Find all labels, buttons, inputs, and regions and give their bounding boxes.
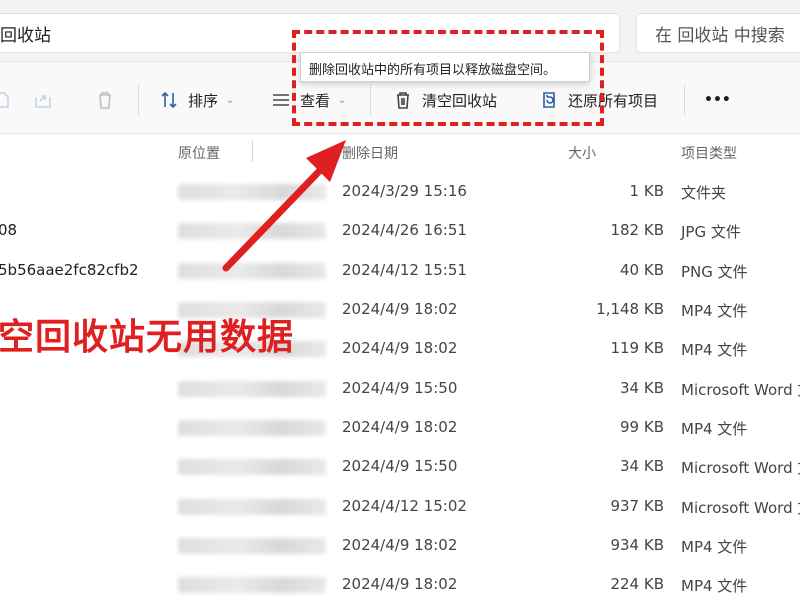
table-row[interactable]: 2024/4/9 15:50 34 KB Microsoft Word 文	[0, 369, 800, 408]
address-path[interactable]: 回收站	[0, 21, 51, 46]
column-header-deleted-date[interactable]: 删除日期	[342, 143, 398, 163]
share-button[interactable]	[32, 86, 62, 114]
column-header-type[interactable]: 项目类型	[681, 143, 737, 163]
restore-icon	[543, 92, 555, 108]
original-location-blurred	[178, 420, 326, 436]
file-size: 40 KB	[620, 261, 664, 279]
deleted-date: 2024/4/9 18:02	[342, 339, 458, 357]
more-options-button[interactable]: •••	[704, 86, 731, 114]
file-size: 119 KB	[610, 339, 664, 357]
file-type: Microsoft Word 文	[681, 499, 800, 517]
tooltip: 删除回收站中的所有项目以释放磁盘空间。	[300, 52, 590, 82]
chevron-down-icon: ⌄	[226, 94, 235, 106]
file-type: Microsoft Word 文	[681, 459, 800, 477]
table-row[interactable]: 2024/3/29 15:16 1 KB 文件夹	[0, 172, 800, 211]
view-lines-icon	[273, 94, 289, 106]
file-type: Microsoft Word 文	[681, 381, 800, 399]
original-location-blurred	[178, 223, 326, 239]
file-type: MP4 文件	[681, 420, 748, 438]
original-location-blurred	[178, 459, 326, 475]
file-type: MP4 文件	[681, 577, 748, 595]
file-type: MP4 文件	[681, 341, 748, 359]
file-name: 5b56aae2fc82cfb2	[0, 261, 139, 279]
file-size: 182 KB	[610, 221, 664, 239]
deleted-date: 2024/4/9 18:02	[342, 575, 458, 593]
file-size: 1,148 KB	[596, 300, 664, 318]
file-size: 224 KB	[610, 575, 664, 593]
delete-button[interactable]	[94, 86, 124, 114]
separator	[684, 84, 685, 116]
table-row[interactable]: 2024/4/12 15:02 937 KB Microsoft Word 文	[0, 487, 800, 526]
deleted-date: 2024/4/9 18:02	[342, 300, 458, 318]
deleted-date: 2024/4/9 18:02	[342, 418, 458, 436]
new-button[interactable]	[0, 86, 20, 114]
file-type: MP4 文件	[681, 302, 748, 320]
table-row[interactable]: 2024/4/9 18:02 224 KB MP4 文件	[0, 565, 800, 600]
restore-all-button[interactable]: 还原所有项目	[538, 86, 658, 114]
file-name: 08	[0, 221, 18, 239]
new-item-icon	[0, 92, 9, 108]
column-header-original-location[interactable]: 原位置	[178, 143, 220, 163]
deleted-date: 2024/4/12 15:02	[342, 497, 467, 515]
original-location-blurred	[178, 381, 326, 397]
table-row[interactable]: 2024/4/9 18:02 934 KB MP4 文件	[0, 526, 800, 565]
deleted-date: 2024/4/12 15:51	[342, 261, 467, 279]
chevron-down-icon: ⌄	[338, 94, 347, 106]
trash-icon	[397, 92, 409, 109]
share-icon	[35, 95, 51, 108]
table-row[interactable]: 5b56aae2fc82cfb2 2024/4/12 15:51 40 KB P…	[0, 251, 800, 290]
file-size: 1 KB	[629, 182, 664, 200]
sort-label: 排序	[188, 91, 219, 110]
deleted-date: 2024/4/9 15:50	[342, 379, 458, 397]
annotation-caption: 空回收站无用数据	[0, 317, 295, 358]
file-type: JPG 文件	[681, 223, 741, 241]
more-options-icon: •••	[704, 92, 731, 108]
sort-arrows-icon	[161, 91, 177, 109]
file-type: PNG 文件	[681, 263, 748, 281]
original-location-blurred	[178, 577, 326, 593]
file-size: 937 KB	[610, 497, 664, 515]
separator	[370, 84, 371, 116]
empty-recycle-bin-button[interactable]: 清空回收站	[392, 86, 497, 114]
column-header-size[interactable]: 大小	[568, 143, 596, 163]
view-button[interactable]: 查看 ⌄	[270, 86, 346, 114]
table-row[interactable]: 2024/4/9 18:02 99 KB MP4 文件	[0, 408, 800, 447]
original-location-blurred	[178, 263, 326, 279]
restore-all-label: 还原所有项目	[568, 91, 659, 110]
original-location-blurred	[178, 184, 326, 200]
table-row[interactable]: 2024/4/9 15:50 34 KB Microsoft Word 文	[0, 447, 800, 486]
file-size: 34 KB	[620, 379, 664, 397]
original-location-blurred	[178, 538, 326, 554]
empty-recycle-bin-label: 清空回收站	[422, 91, 498, 110]
file-type: 文件夹	[681, 184, 727, 202]
file-size: 99 KB	[620, 418, 664, 436]
deleted-date: 2024/4/26 16:51	[342, 221, 467, 239]
separator	[138, 84, 139, 116]
deleted-date: 2024/3/29 15:16	[342, 182, 467, 200]
deleted-date: 2024/4/9 18:02	[342, 536, 458, 554]
file-size: 34 KB	[620, 457, 664, 475]
trash-icon	[99, 92, 111, 109]
view-label: 查看	[300, 91, 331, 110]
deleted-date: 2024/4/9 15:50	[342, 457, 458, 475]
table-row[interactable]: 08 2024/4/26 16:51 182 KB JPG 文件	[0, 211, 800, 250]
sort-button[interactable]: 排序 ⌄	[158, 86, 234, 114]
address-bar[interactable]	[0, 13, 620, 53]
column-divider[interactable]	[252, 140, 253, 162]
search-placeholder[interactable]: 在 回收站 中搜索	[655, 21, 785, 46]
file-size: 934 KB	[610, 536, 664, 554]
file-type: MP4 文件	[681, 538, 748, 556]
original-location-blurred	[178, 499, 326, 515]
